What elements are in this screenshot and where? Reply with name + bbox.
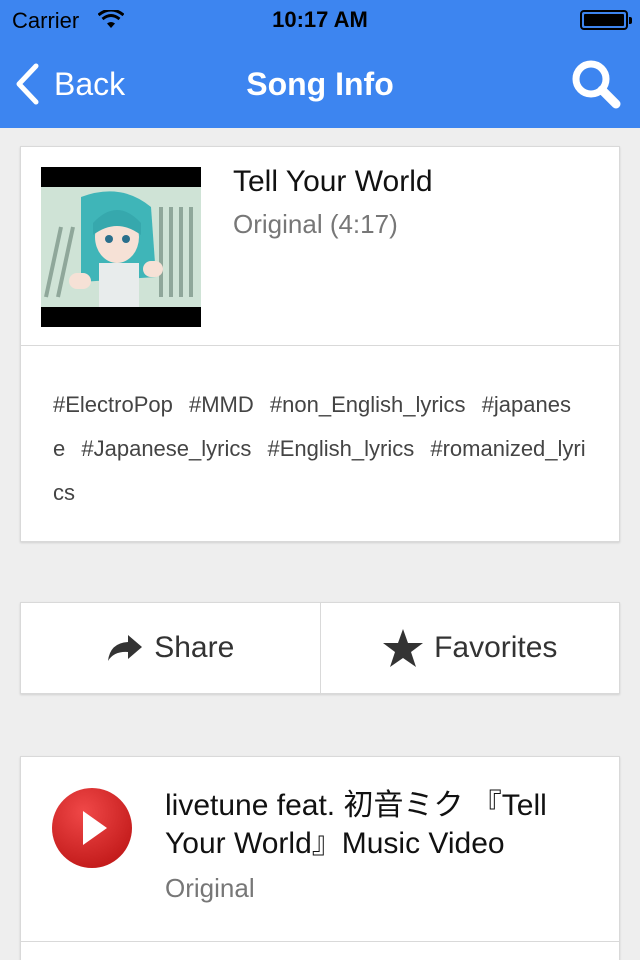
star-icon [383,629,424,667]
tag-item[interactable]: #Japanese_lyrics [81,436,251,461]
divider [21,345,619,346]
favorites-label: Favorites [434,631,558,664]
tag-item[interactable]: #ElectroPop [53,392,173,417]
song-subtitle: Original (4:17) [233,209,398,239]
status-time: 10:17 AM [272,7,368,32]
back-label: Back [54,65,126,102]
back-button[interactable]: Back [14,62,125,106]
navigation-bar: Carrier 10:17 AM Back Song Info [0,0,640,128]
chevron-left-icon [16,63,39,105]
share-arrow-icon [108,635,143,661]
share-button[interactable]: Share [21,603,320,693]
divider [21,941,619,942]
video-item[interactable]: livetune feat. 初音ミク 『Tell Your World』Mus… [20,756,620,960]
status-bar: Carrier 10:17 AM [0,0,640,40]
tag-list: #ElectroPop #MMD #non_English_lyrics #ja… [53,383,593,515]
video-title: livetune feat. 初音ミク 『Tell Your World』Mus… [165,789,547,860]
share-label: Share [154,631,235,664]
thumbnail-image [41,187,201,307]
youtube-play-icon[interactable] [51,787,133,869]
tag-item[interactable]: #non_English_lyrics [270,392,466,417]
action-bar: Share Favorites [20,602,620,694]
search-icon[interactable] [570,58,622,110]
song-info-card: Tell Your World Original (4:17) #Electro… [20,146,620,542]
song-title: Tell Your World [233,165,433,198]
favorites-button[interactable]: Favorites [319,603,620,693]
tag-item[interactable]: #MMD [189,392,254,417]
tag-item[interactable]: #English_lyrics [267,436,414,461]
nav-content: Back Song Info [0,40,640,128]
character-illustration [41,187,201,307]
battery-icon [580,10,632,30]
video-thumbnail[interactable] [41,167,201,327]
video-subtitle: Original [165,873,255,903]
